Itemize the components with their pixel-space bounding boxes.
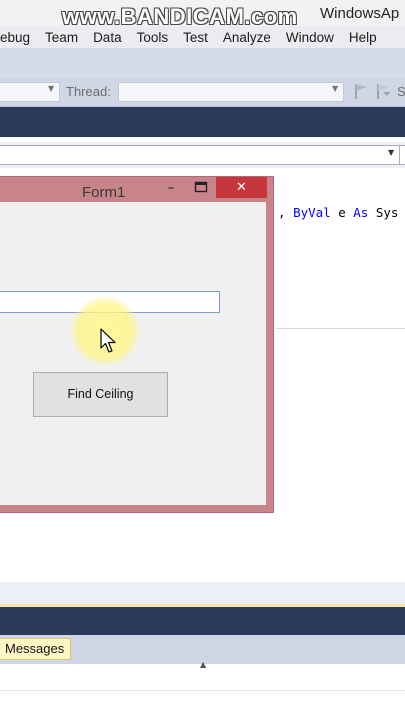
chevron-down-icon[interactable]: ▼ xyxy=(48,84,54,93)
code-keyword: As xyxy=(353,205,369,220)
menu-window[interactable]: Window xyxy=(278,30,341,45)
menu-data[interactable]: Data xyxy=(86,30,130,45)
tool-window-body xyxy=(0,663,405,721)
flag-filter-icon[interactable] xyxy=(374,82,392,100)
form1-title: Form1 xyxy=(82,184,126,201)
menu-bar: ebug Team Data Tools Test Analyze Window… xyxy=(0,26,405,48)
form1-client-area xyxy=(0,202,266,505)
code-text: Sys xyxy=(368,205,399,220)
window-title: WindowsAp xyxy=(320,5,400,22)
flag-icon[interactable] xyxy=(352,82,370,100)
tool-window-divider xyxy=(0,690,405,691)
code-text: , xyxy=(278,205,294,220)
menu-tools[interactable]: Tools xyxy=(129,30,176,45)
editor-divider xyxy=(276,328,405,329)
thread-combo[interactable] xyxy=(118,82,344,102)
chevron-up-icon[interactable]: ▲ xyxy=(200,660,206,669)
status-strip xyxy=(0,582,405,604)
toolbar-trailing-label: S xyxy=(397,84,405,99)
menu-help[interactable]: Help xyxy=(341,30,384,45)
menu-test[interactable]: Test xyxy=(176,30,216,45)
code-keyword: ByVal xyxy=(293,205,331,220)
toolbar-strip xyxy=(0,48,405,78)
member-dropdown[interactable] xyxy=(0,145,400,165)
menu-debug[interactable]: ebug xyxy=(0,30,38,45)
chevron-down-icon[interactable]: ▼ xyxy=(332,84,338,93)
close-button[interactable]: ✕ xyxy=(216,177,267,198)
tab-messages[interactable]: Messages xyxy=(0,638,72,660)
mouse-pointer-icon xyxy=(100,328,116,353)
menu-team[interactable]: Team xyxy=(38,30,86,45)
chevron-down-icon[interactable]: ▼ xyxy=(388,148,394,157)
tool-window-header xyxy=(0,607,405,635)
code-text: e xyxy=(330,205,354,220)
minimize-button[interactable]: – xyxy=(164,180,178,196)
maximize-icon[interactable] xyxy=(194,181,208,193)
document-tab-well xyxy=(0,107,405,137)
thread-label: Thread: xyxy=(66,84,111,99)
code-line: , ByVal e As Sys xyxy=(278,205,398,220)
find-ceiling-button[interactable]: Find Ceiling xyxy=(33,372,168,417)
menu-analyze[interactable]: Analyze xyxy=(215,30,278,45)
secondary-dropdown[interactable] xyxy=(399,145,405,165)
